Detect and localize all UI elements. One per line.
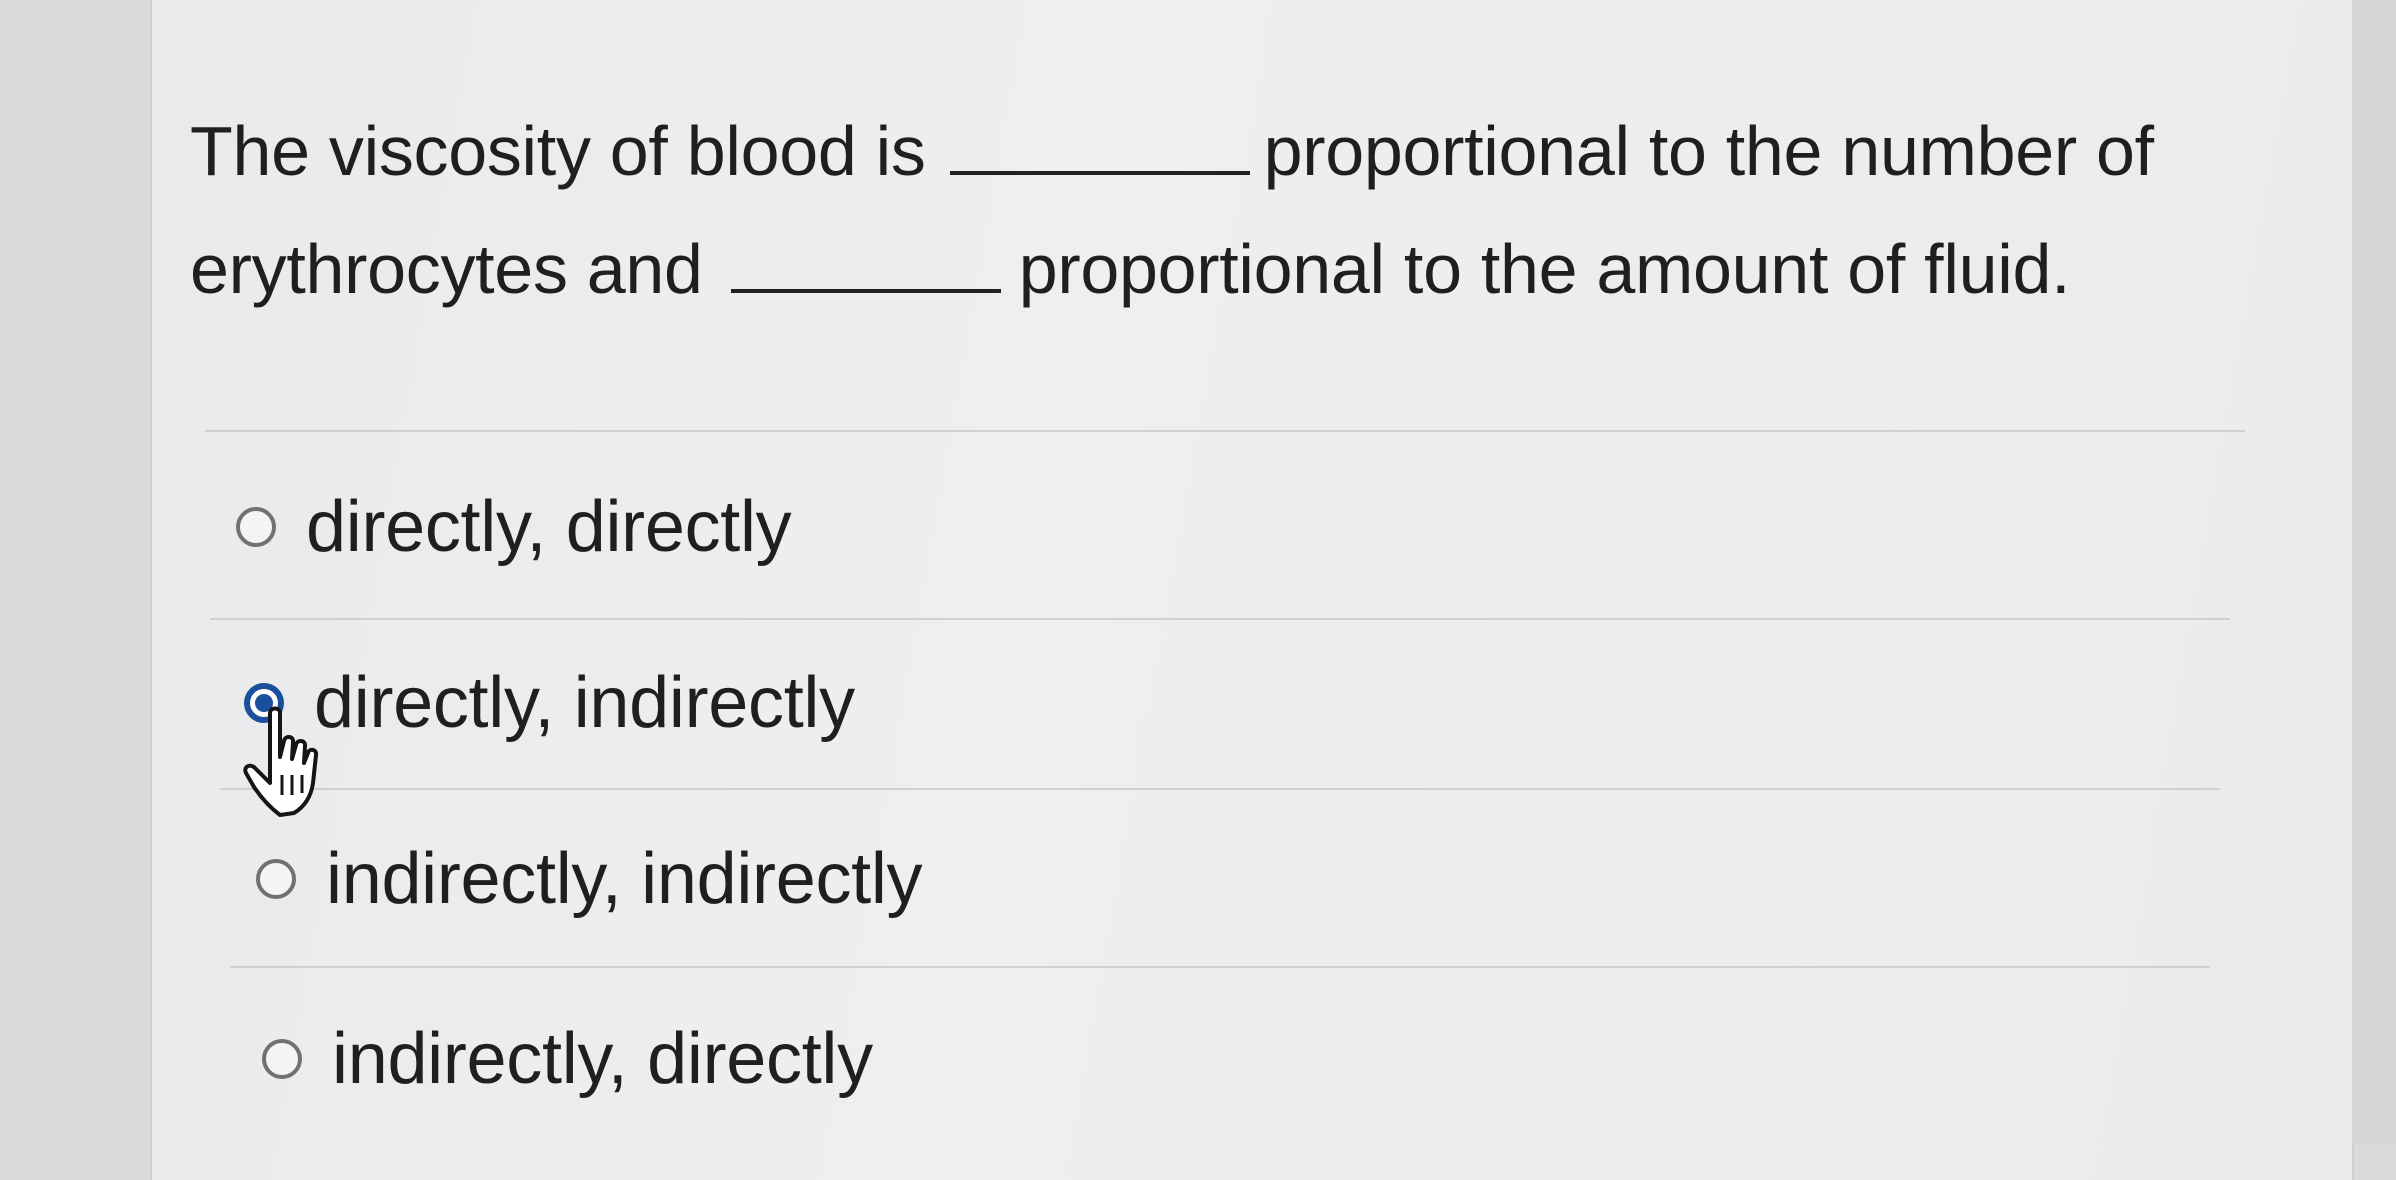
divider-1 — [210, 618, 2230, 620]
blank-2 — [730, 237, 1001, 293]
question-part-3: erythrocytes and — [190, 230, 703, 308]
option-label: indirectly, directly — [332, 1019, 873, 1099]
divider-top — [205, 430, 2245, 432]
option-indirectly-indirectly[interactable]: indirectly, indirectly — [256, 838, 923, 920]
option-label: directly, indirectly — [314, 663, 855, 743]
hand-pointer-icon — [243, 706, 319, 817]
question-text: The viscosity of blood is proportional to… — [190, 92, 2240, 328]
blank-1 — [949, 119, 1250, 175]
option-label: directly, directly — [306, 487, 792, 567]
screen-edge — [2352, 0, 2396, 1143]
radio-button[interactable] — [256, 859, 296, 899]
radio-button[interactable] — [262, 1039, 302, 1079]
question-part-2: proportional to the number of — [1263, 112, 2155, 190]
option-directly-directly[interactable]: directly, directly — [236, 486, 792, 568]
option-label: indirectly, indirectly — [326, 839, 923, 919]
divider-2 — [220, 788, 2220, 790]
divider-3 — [230, 966, 2210, 968]
radio-button[interactable] — [236, 507, 276, 547]
option-indirectly-directly[interactable]: indirectly, directly — [262, 1018, 873, 1100]
question-part-4: proportional to the amount of fluid. — [1018, 230, 2071, 308]
question-part-1: The viscosity of blood is — [190, 112, 926, 190]
